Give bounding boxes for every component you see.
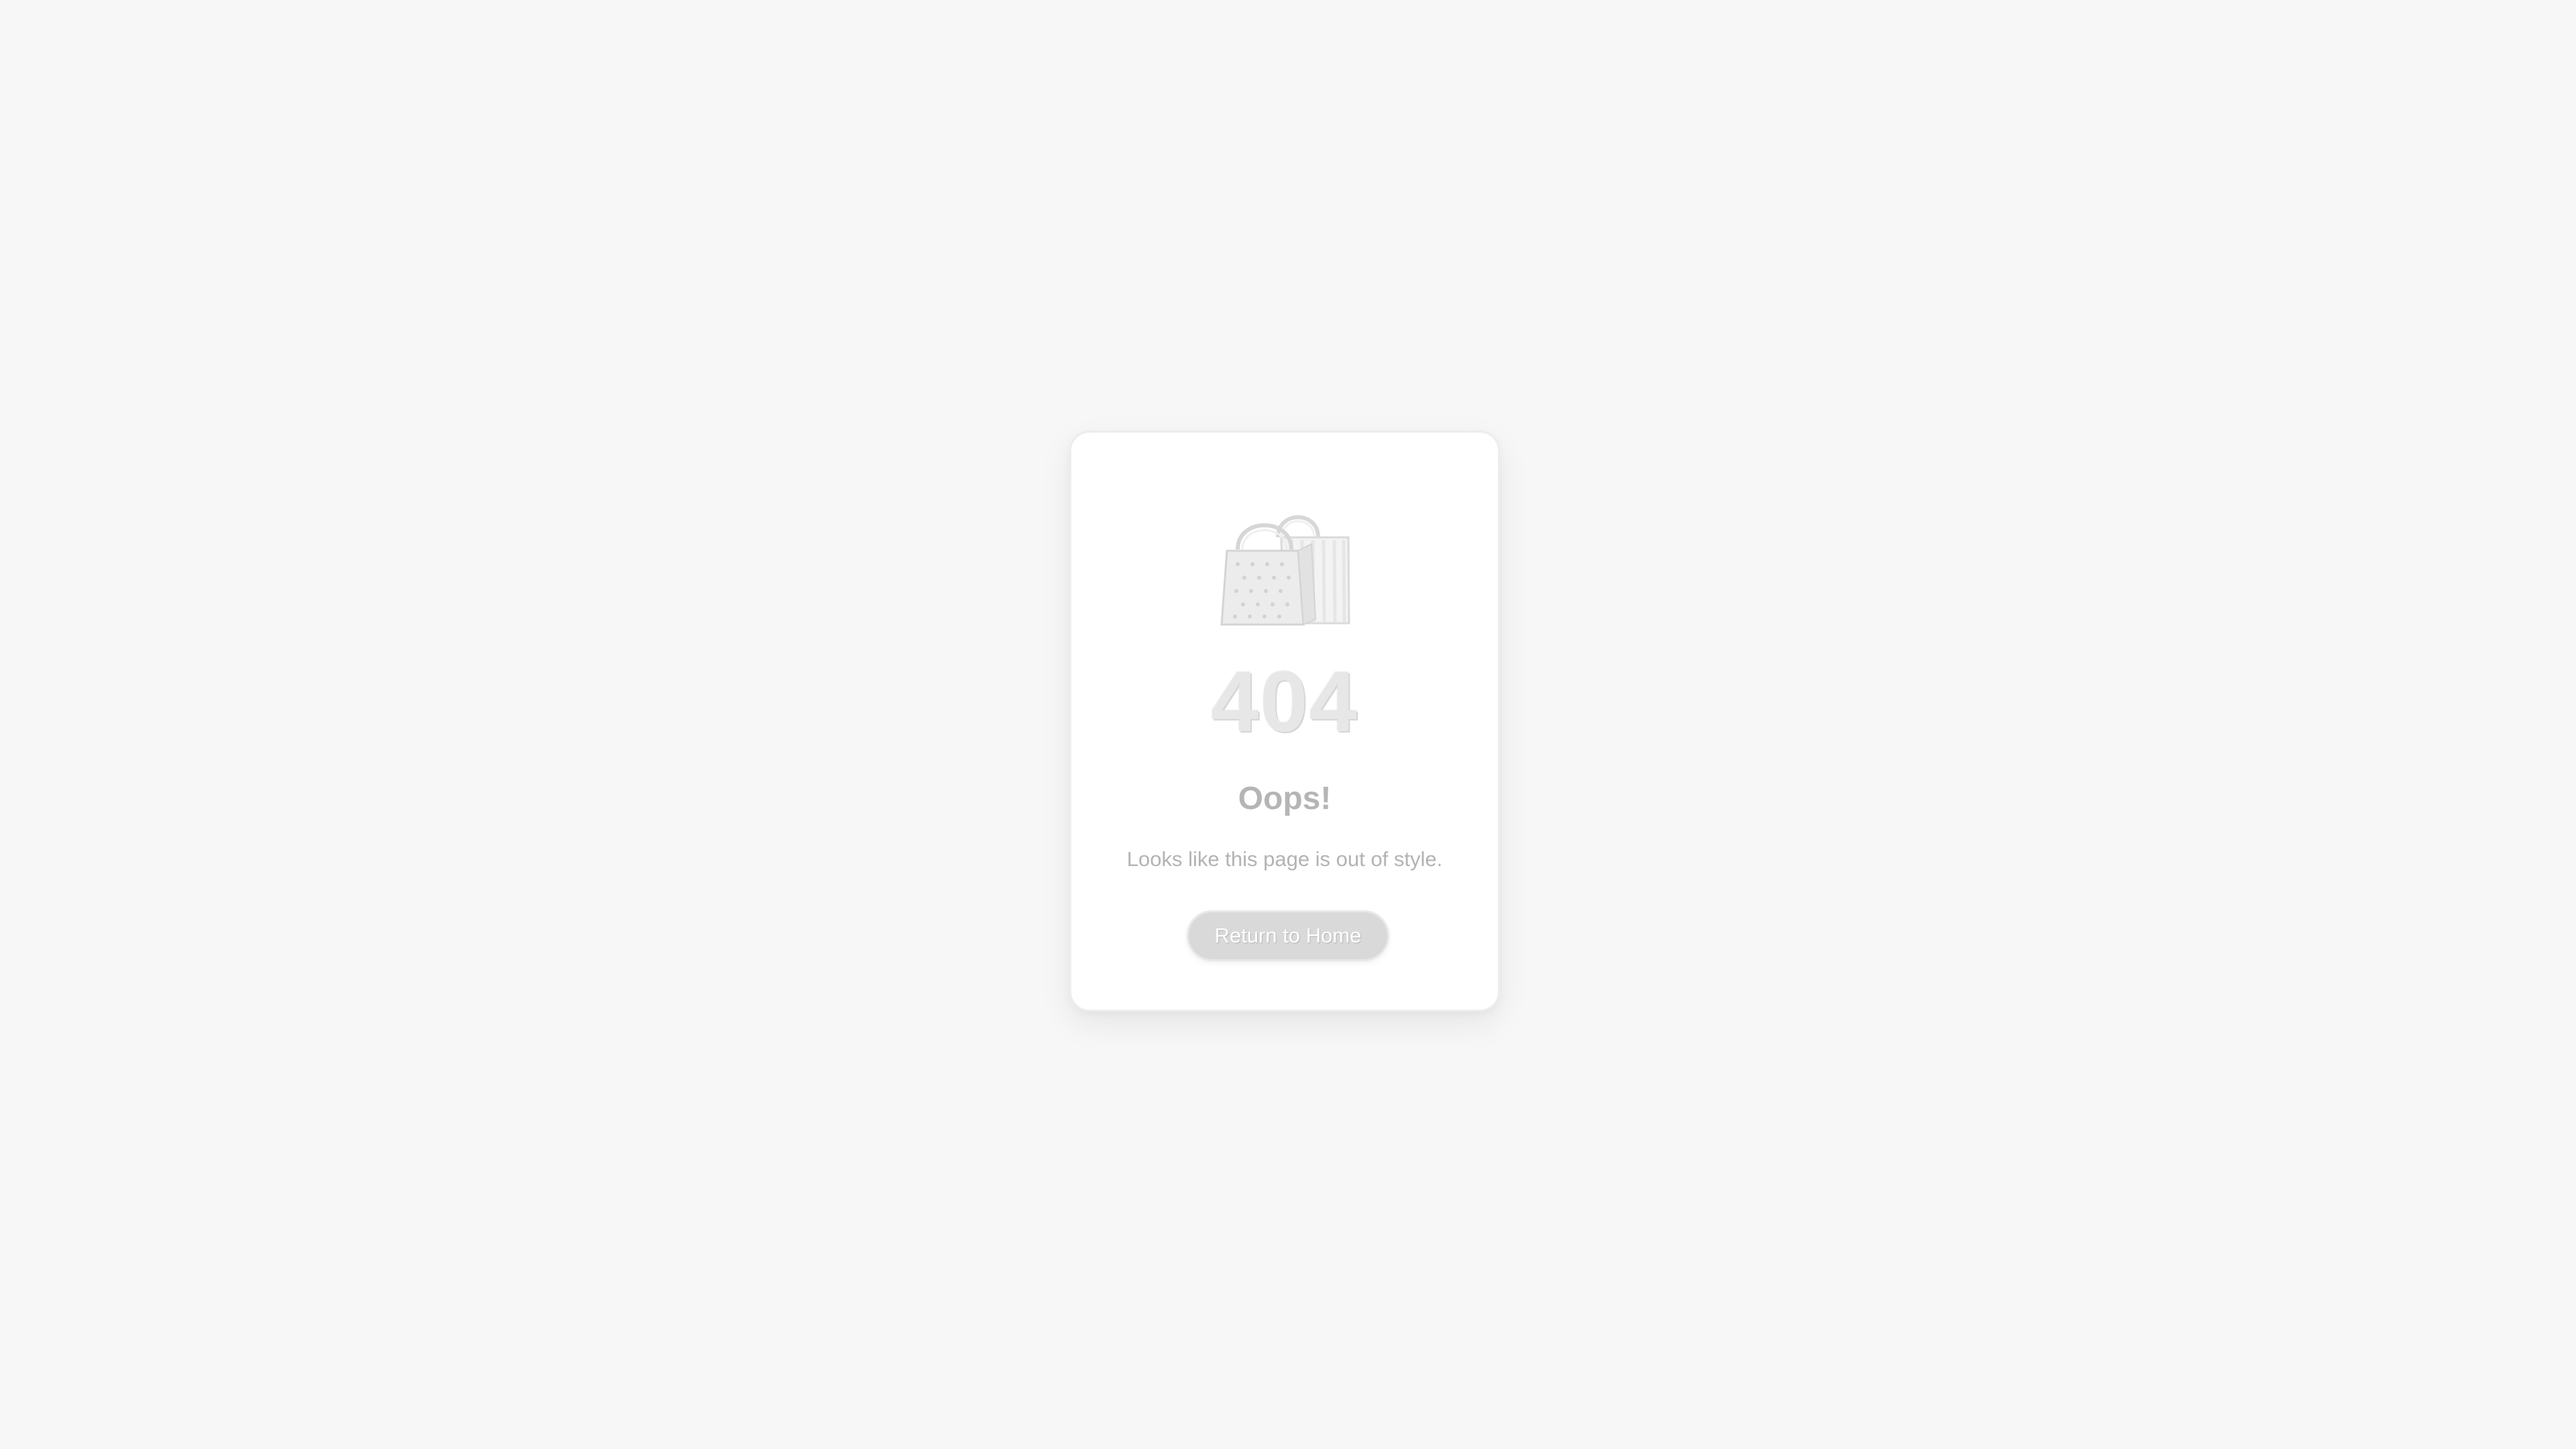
page: 404 Oops! Looks like this page is out of…: [0, 0, 2576, 1449]
error-card: 404 Oops! Looks like this page is out of…: [1069, 431, 1500, 1012]
error-code: 404: [1211, 654, 1358, 750]
return-home-button[interactable]: Return to Home: [1187, 910, 1389, 961]
error-title: Oops!: [1238, 781, 1332, 816]
shopping-bags-icon: [1071, 497, 1498, 631]
error-message: Looks like this page is out of style.: [1126, 847, 1443, 871]
